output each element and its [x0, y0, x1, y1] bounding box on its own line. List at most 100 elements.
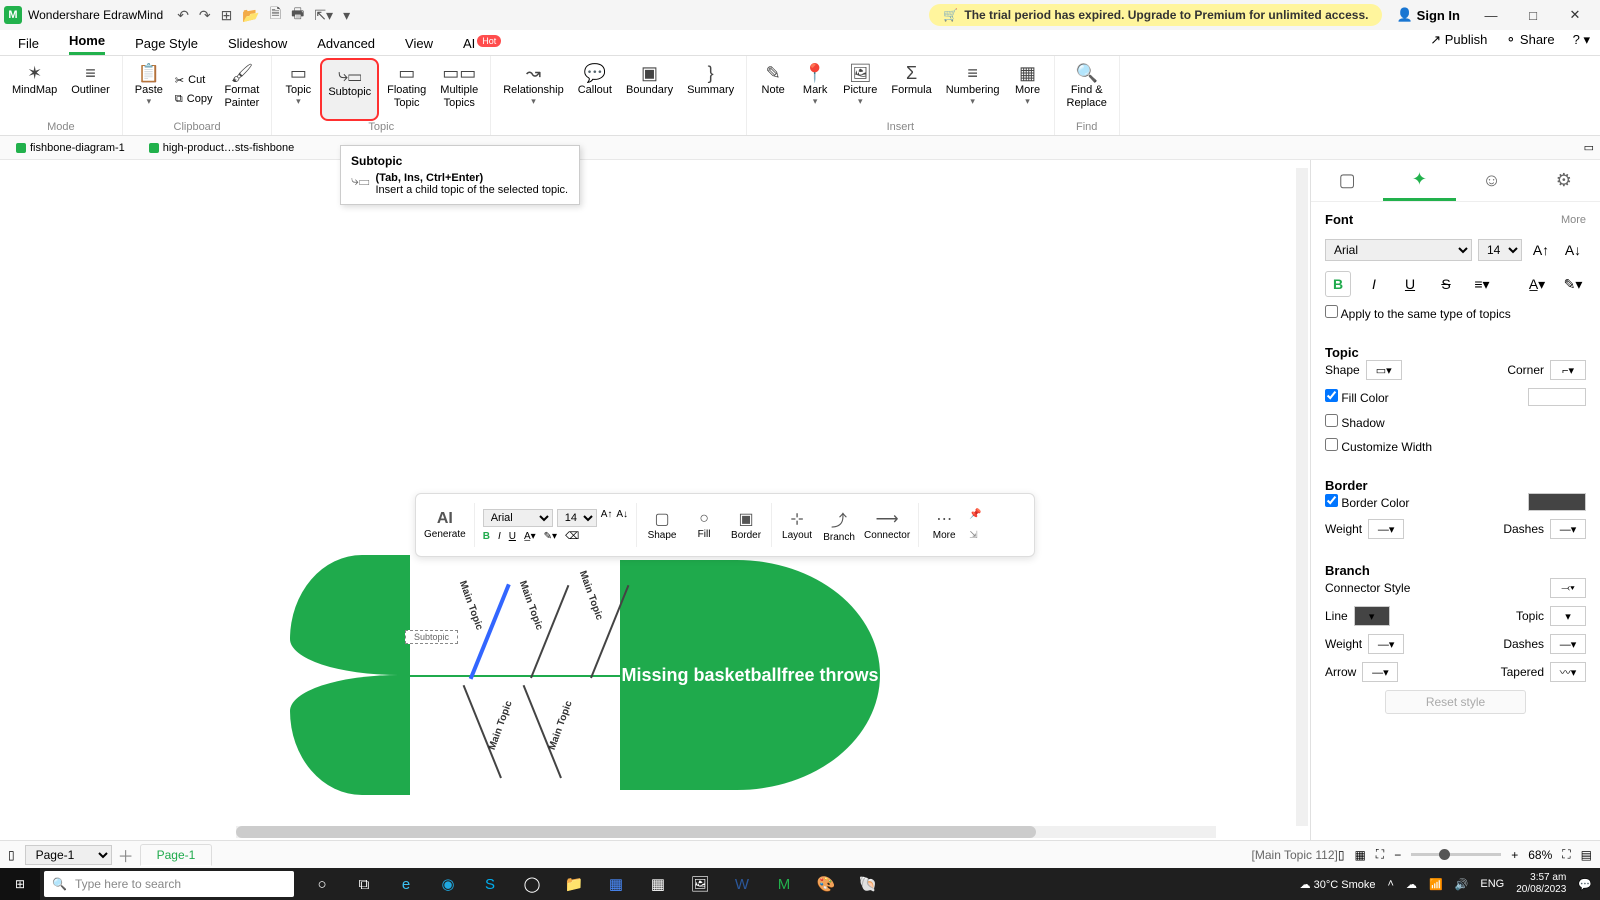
rtab-settings[interactable]: ⚙: [1528, 160, 1600, 201]
bold-button[interactable]: B: [483, 531, 490, 542]
note-button[interactable]: ✎Note: [753, 58, 793, 121]
shrink-font-icon[interactable]: A↓: [616, 509, 628, 527]
fillcolor-checkbox[interactable]: [1325, 389, 1338, 402]
zoom-slider[interactable]: [1411, 853, 1501, 856]
summary-button[interactable]: }Summary: [681, 58, 740, 121]
font-color-button[interactable]: A̲▾: [524, 531, 536, 542]
relationship-button[interactable]: ↝Relationship: [497, 58, 570, 121]
tab-home[interactable]: Home: [69, 33, 105, 55]
rtab-icon[interactable]: ☺: [1456, 160, 1528, 201]
fishbone-tail[interactable]: [290, 555, 410, 795]
corner-select[interactable]: ⌐▾: [1550, 360, 1586, 380]
outliner-button[interactable]: ≡Outliner: [65, 58, 116, 121]
task-word[interactable]: W: [722, 868, 762, 900]
task-view[interactable]: ⧉: [344, 868, 384, 900]
mark-button[interactable]: 📍Mark: [795, 58, 835, 121]
bone-label-3[interactable]: Main Topic: [577, 569, 605, 621]
bordercolor-swatch[interactable]: [1528, 493, 1586, 511]
formula-button[interactable]: ΣFormula: [885, 58, 937, 121]
task-zoom[interactable]: ▦: [596, 868, 636, 900]
tray-wifi[interactable]: 📶: [1429, 878, 1443, 891]
fullscreen-icon[interactable]: ⛶: [1562, 847, 1570, 862]
doc-tab-1[interactable]: fishbone-diagram-1: [6, 139, 135, 157]
bone-1[interactable]: [470, 585, 509, 678]
copy-button[interactable]: ⧉Copy: [175, 93, 213, 106]
format-painter-button[interactable]: 🖌Format Painter: [218, 58, 265, 121]
horizontal-scrollbar[interactable]: [236, 826, 1216, 838]
signin-button[interactable]: 👤 Sign In: [1396, 7, 1460, 23]
cut-button[interactable]: ✂Cut: [175, 74, 213, 87]
tray-chevron[interactable]: ˄: [1388, 878, 1394, 890]
task-photos[interactable]: 🖼: [680, 868, 720, 900]
italic-button[interactable]: I: [1361, 271, 1387, 297]
view-mode-1[interactable]: ▯: [1338, 848, 1345, 862]
grow-font-icon[interactable]: A↑: [601, 509, 613, 527]
zoom-out-button[interactable]: −: [1394, 848, 1401, 862]
shape-button[interactable]: ▢Shape: [645, 509, 679, 541]
minimize-button[interactable]: —: [1470, 1, 1512, 29]
page-tab-1[interactable]: Page-1: [140, 844, 213, 866]
page-select[interactable]: Page-1: [25, 845, 112, 865]
bone-label-2[interactable]: Main Topic: [517, 579, 545, 631]
callout-button[interactable]: 💬Callout: [572, 58, 618, 121]
multiple-topics-button[interactable]: ▭▭Multiple Topics: [434, 58, 484, 121]
highlight-color-button[interactable]: ✎▾: [1560, 271, 1586, 297]
collapse-icon[interactable]: ⇲: [969, 530, 981, 541]
branch-dashes-select[interactable]: —▾: [1550, 634, 1586, 654]
boundary-button[interactable]: ▣Boundary: [620, 58, 679, 121]
rtab-page[interactable]: ▢: [1311, 160, 1383, 201]
strike-button[interactable]: S: [1433, 271, 1459, 297]
bordercolor-checkbox[interactable]: [1325, 494, 1338, 507]
tab-advanced[interactable]: Advanced: [317, 36, 375, 55]
font-size-select[interactable]: 14: [1478, 239, 1522, 261]
export-icon[interactable]: ⇱▾: [314, 7, 333, 24]
help-button[interactable]: ? ▾: [1573, 32, 1590, 48]
shape-select[interactable]: ▭▾: [1366, 360, 1402, 380]
arrow-select[interactable]: —▾: [1362, 662, 1398, 682]
font-select[interactable]: Arial: [483, 509, 553, 527]
tab-view[interactable]: View: [405, 36, 433, 55]
clear-format-button[interactable]: ⌫: [565, 531, 579, 542]
tray-onedrive[interactable]: ☁: [1406, 878, 1417, 891]
task-skype[interactable]: S: [470, 868, 510, 900]
floating-topic-button[interactable]: ▭Floating Topic: [381, 58, 432, 121]
close-button[interactable]: ✕: [1554, 1, 1596, 29]
undo-icon[interactable]: ↶: [177, 7, 189, 24]
tab-slideshow[interactable]: Slideshow: [228, 36, 287, 55]
subtopic-node[interactable]: Subtopic: [405, 630, 458, 644]
connstyle-select[interactable]: ⤙▾: [1550, 578, 1586, 598]
paste-button[interactable]: 📋Paste: [129, 58, 169, 121]
task-cortana[interactable]: ○: [302, 868, 342, 900]
open-icon[interactable]: 📂: [242, 7, 259, 24]
bone-label-1[interactable]: Main Topic: [457, 579, 485, 631]
weather-widget[interactable]: ☁ 30°C Smoke: [1300, 878, 1376, 891]
task-app1[interactable]: ▦: [638, 868, 678, 900]
ai-generate-button[interactable]: AIGenerate: [424, 510, 466, 540]
scrollbar-thumb[interactable]: [236, 826, 1036, 838]
tray-notifications[interactable]: 💬: [1578, 878, 1592, 891]
shrink-font-button[interactable]: A↓: [1560, 237, 1586, 263]
bone-label-5[interactable]: Main Topic: [547, 699, 575, 751]
fit-page-icon[interactable]: ⛶: [1376, 847, 1384, 862]
size-select[interactable]: 14: [557, 509, 597, 527]
zoom-knob[interactable]: [1439, 849, 1450, 860]
align-button[interactable]: ≡▾: [1469, 271, 1495, 297]
add-page-button[interactable]: ＋: [118, 843, 134, 867]
task-chrome[interactable]: ◯: [512, 868, 552, 900]
fishbone-head[interactable]: Missing basketballfree throws: [620, 560, 880, 790]
fill-button[interactable]: ○Fill: [687, 510, 721, 540]
redo-icon[interactable]: ↷: [199, 7, 211, 24]
bone-2[interactable]: [530, 585, 569, 678]
doc-tab-expand[interactable]: ▭: [1584, 141, 1600, 154]
fillcolor-swatch[interactable]: [1528, 388, 1586, 406]
task-app2[interactable]: 🐚: [848, 868, 888, 900]
branch-topic-select[interactable]: ▾: [1550, 606, 1586, 626]
more-button[interactable]: ▦More: [1008, 58, 1048, 121]
pin-icon[interactable]: 📌: [969, 509, 981, 520]
task-ie[interactable]: e: [386, 868, 426, 900]
grow-font-button[interactable]: A↑: [1528, 237, 1554, 263]
mindmap-button[interactable]: ✶MindMap: [6, 58, 63, 121]
task-edrawmind[interactable]: M: [764, 868, 804, 900]
border-button[interactable]: ▣Border: [729, 509, 763, 541]
connector-button[interactable]: ⟶Connector: [864, 509, 910, 541]
